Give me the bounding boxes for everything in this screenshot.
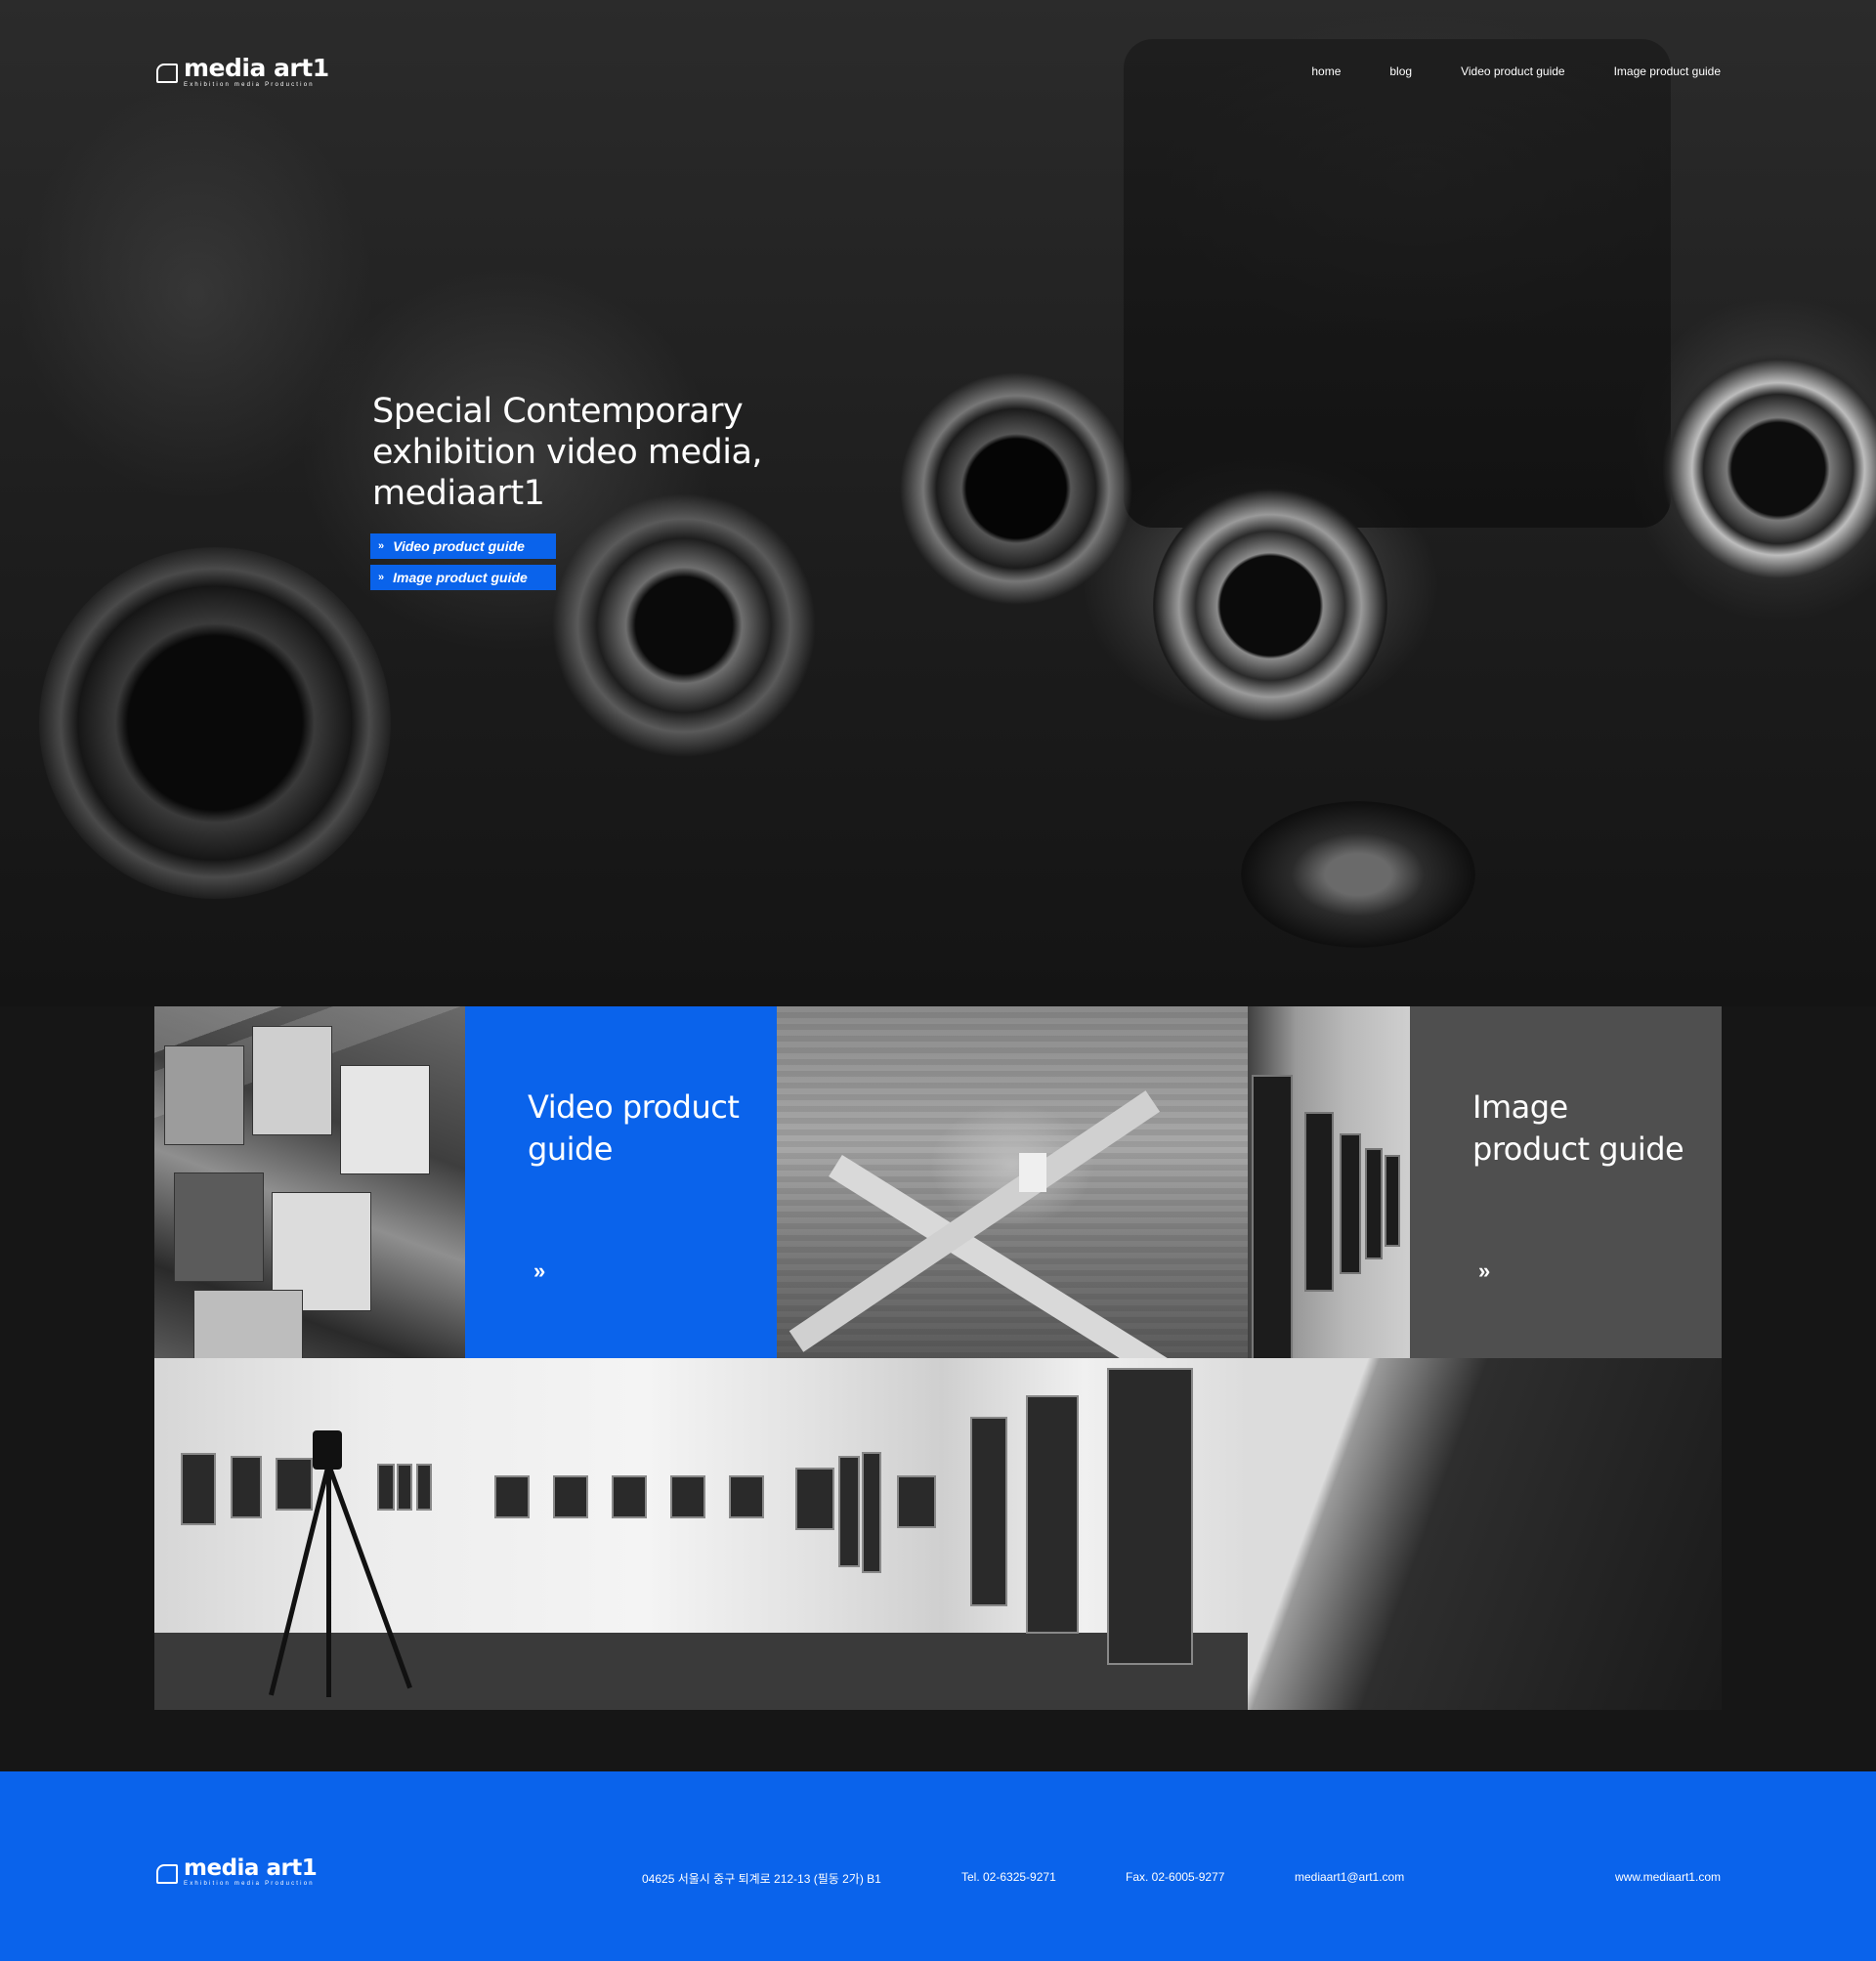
gallery-frame — [897, 1475, 936, 1528]
gallery-frame — [181, 1453, 216, 1525]
photo-hallway-floor — [1248, 1358, 1722, 1710]
tripod-leg — [326, 1468, 331, 1697]
gallery-frame — [276, 1458, 313, 1511]
nav-item-video-product-guide[interactable]: Video product guide — [1461, 64, 1565, 78]
hall-frame — [1385, 1155, 1400, 1247]
double-chevron-right-icon: » — [533, 1258, 546, 1283]
double-chevron-right-icon: » — [378, 540, 384, 552]
collage-photo — [174, 1172, 264, 1282]
hall-frame — [1304, 1112, 1334, 1292]
hero-title: Special Contemporary exhibition video me… — [372, 392, 763, 513]
sculpture-pedestal — [1019, 1153, 1046, 1192]
hall-frame — [1252, 1075, 1293, 1358]
hero-film-spool — [1241, 801, 1475, 948]
logo-icon — [156, 1864, 178, 1884]
hall-frame — [1365, 1148, 1383, 1259]
gallery-frame — [1026, 1395, 1079, 1634]
gallery-frame — [1107, 1368, 1193, 1665]
nav-item-image-product-guide[interactable]: Image product guide — [1614, 64, 1721, 78]
gallery-frame — [377, 1464, 395, 1511]
nav-item-blog[interactable]: blog — [1389, 64, 1412, 78]
footer-fax: Fax. 02-6005-9277 — [1126, 1870, 1225, 1884]
logo-tagline: Exhibition media Production — [184, 1881, 315, 1887]
footer: media art1 Exhibition media Production 0… — [0, 1771, 1876, 1961]
logo-wordmark: media art1 Exhibition media Production — [184, 1855, 318, 1888]
hero-image-guide-button[interactable]: » Image product guide — [370, 565, 556, 590]
gallery-frame — [970, 1417, 1007, 1606]
collage-photo — [193, 1290, 303, 1358]
hero-lens — [1661, 352, 1876, 586]
main-nav: home blog Video product guide Image prod… — [1311, 64, 1721, 78]
gallery-frame — [838, 1456, 860, 1567]
gallery-frame — [553, 1475, 588, 1518]
image-product-guide-tile[interactable]: Image product guide » — [1410, 1006, 1722, 1358]
gallery-frame — [795, 1468, 834, 1530]
hero-camera-body — [1124, 39, 1671, 528]
stair-beam — [789, 1090, 1161, 1352]
double-chevron-right-icon: » — [1478, 1258, 1491, 1283]
gallery-frame — [397, 1464, 412, 1511]
gallery-frame — [862, 1452, 881, 1573]
tripod-camera — [313, 1430, 342, 1470]
logo-name: media art1 — [184, 54, 329, 82]
tile-title: Video product guide — [528, 1088, 740, 1168]
video-product-guide-tile[interactable]: Video product guide » — [465, 1006, 777, 1358]
hero-button-label: Video product guide — [393, 538, 525, 554]
gallery-frame — [494, 1475, 530, 1518]
hero-lens — [39, 547, 391, 899]
gallery-frame — [416, 1464, 432, 1511]
footer-address: 04625 서울시 중구 퇴계로 212-13 (필동 2가) B1 — [642, 1872, 881, 1886]
tile-title: Image product guide — [1472, 1088, 1684, 1168]
collage-photo — [164, 1045, 244, 1145]
hall-frame — [1340, 1133, 1361, 1274]
logo-name: media art1 — [184, 1855, 318, 1881]
gallery-frame — [612, 1475, 647, 1518]
gallery-frame — [231, 1456, 262, 1518]
gallery-frame — [729, 1475, 764, 1518]
header-logo[interactable]: media art1 Exhibition media Production — [156, 56, 329, 89]
photo-hallway — [1248, 1006, 1410, 1358]
hero-lens — [547, 489, 821, 762]
footer-logo[interactable]: media art1 Exhibition media Production — [156, 1855, 318, 1888]
double-chevron-right-icon: » — [378, 572, 384, 583]
gallery-frame — [670, 1475, 705, 1518]
collage-photo — [340, 1065, 430, 1174]
hero-lens — [1153, 489, 1387, 723]
photo-collage — [154, 1006, 465, 1358]
footer-email-link[interactable]: mediaart1@art1.com — [1295, 1870, 1404, 1884]
photo-gallery-room — [154, 1358, 1248, 1710]
nav-item-home[interactable]: home — [1311, 64, 1341, 78]
hero-banner — [0, 0, 1876, 1006]
footer-website-link[interactable]: www.mediaart1.com — [1615, 1870, 1721, 1884]
hero-video-guide-button[interactable]: » Video product guide — [370, 533, 556, 559]
product-grid: Video product guide » Image product guid… — [154, 1006, 1722, 1710]
photo-staircase — [777, 1006, 1248, 1358]
hero-lens — [899, 371, 1133, 606]
collage-photo — [252, 1026, 332, 1135]
logo-icon — [156, 64, 178, 83]
logo-tagline: Exhibition media Production — [184, 82, 315, 88]
hero-button-label: Image product guide — [393, 570, 528, 585]
logo-wordmark: media art1 Exhibition media Production — [184, 56, 329, 89]
footer-tel: Tel. 02-6325-9271 — [961, 1870, 1056, 1884]
